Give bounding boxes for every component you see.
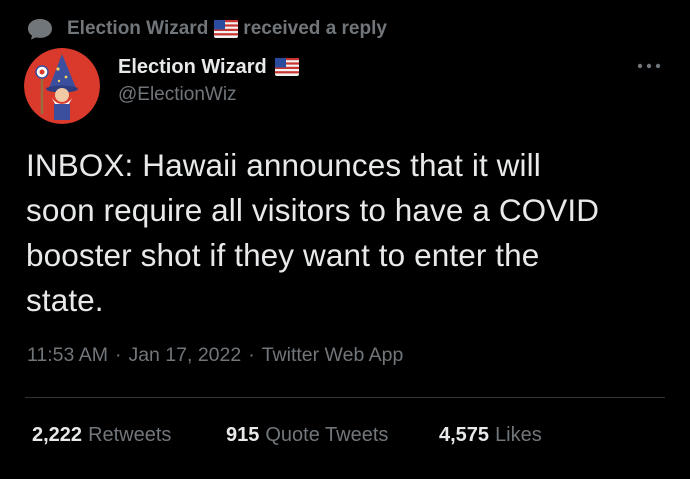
tweet-line: booster shot if they want to enter the	[26, 237, 540, 273]
quote-tweets-label: Quote Tweets	[265, 424, 389, 446]
tweet-source: Twitter Web App	[261, 344, 404, 366]
retweets-count: 2,222	[32, 424, 83, 446]
author-name[interactable]: Election Wizard	[118, 56, 267, 79]
tweet-time[interactable]: 11:53 AM	[27, 344, 108, 367]
tweet-date[interactable]: Jan 17, 2022	[128, 344, 241, 367]
social-context[interactable]: Election Wizard received a reply	[27, 16, 387, 42]
context-action-text: received a reply	[243, 18, 387, 39]
divider	[25, 397, 665, 398]
more-dots-icon[interactable]	[636, 60, 662, 72]
author-block[interactable]: Election Wizard @ElectionWiz	[118, 54, 299, 106]
retweets-stat[interactable]: 2,222 Retweets	[32, 424, 226, 447]
tweet-line: state.	[26, 282, 104, 318]
meta-separator: ·	[248, 344, 255, 366]
wizard-avatar	[24, 48, 100, 124]
us-flag-icon	[274, 58, 299, 76]
tweet-meta: 11:53 AM · Jan 17, 2022 · Twitter Web Ap…	[27, 344, 403, 367]
context-author-name[interactable]: Election Wizard	[67, 18, 208, 40]
tweet-line: soon require all visitors to have a COVI…	[26, 192, 600, 228]
retweets-label: Retweets	[88, 424, 172, 446]
likes-stat[interactable]: 4,575 Likes	[439, 424, 542, 447]
likes-label: Likes	[495, 424, 542, 446]
tweet-line: INBOX: Hawaii announces that it will	[26, 147, 541, 183]
reply-bubble-icon	[28, 19, 52, 40]
quote-tweets-count: 915	[226, 424, 260, 446]
author-handle[interactable]: @ElectionWiz	[118, 84, 299, 106]
quote-tweets-stat[interactable]: 915 Quote Tweets	[226, 424, 439, 447]
tweet-stats: 2,222 Retweets 915 Quote Tweets 4,575 Li…	[32, 424, 542, 447]
tweet-text: INBOX: Hawaii announces that it will soo…	[26, 143, 666, 323]
us-flag-icon	[214, 20, 239, 38]
meta-separator: ·	[114, 344, 122, 366]
author-avatar[interactable]	[24, 48, 100, 124]
likes-count: 4,575	[439, 424, 490, 446]
